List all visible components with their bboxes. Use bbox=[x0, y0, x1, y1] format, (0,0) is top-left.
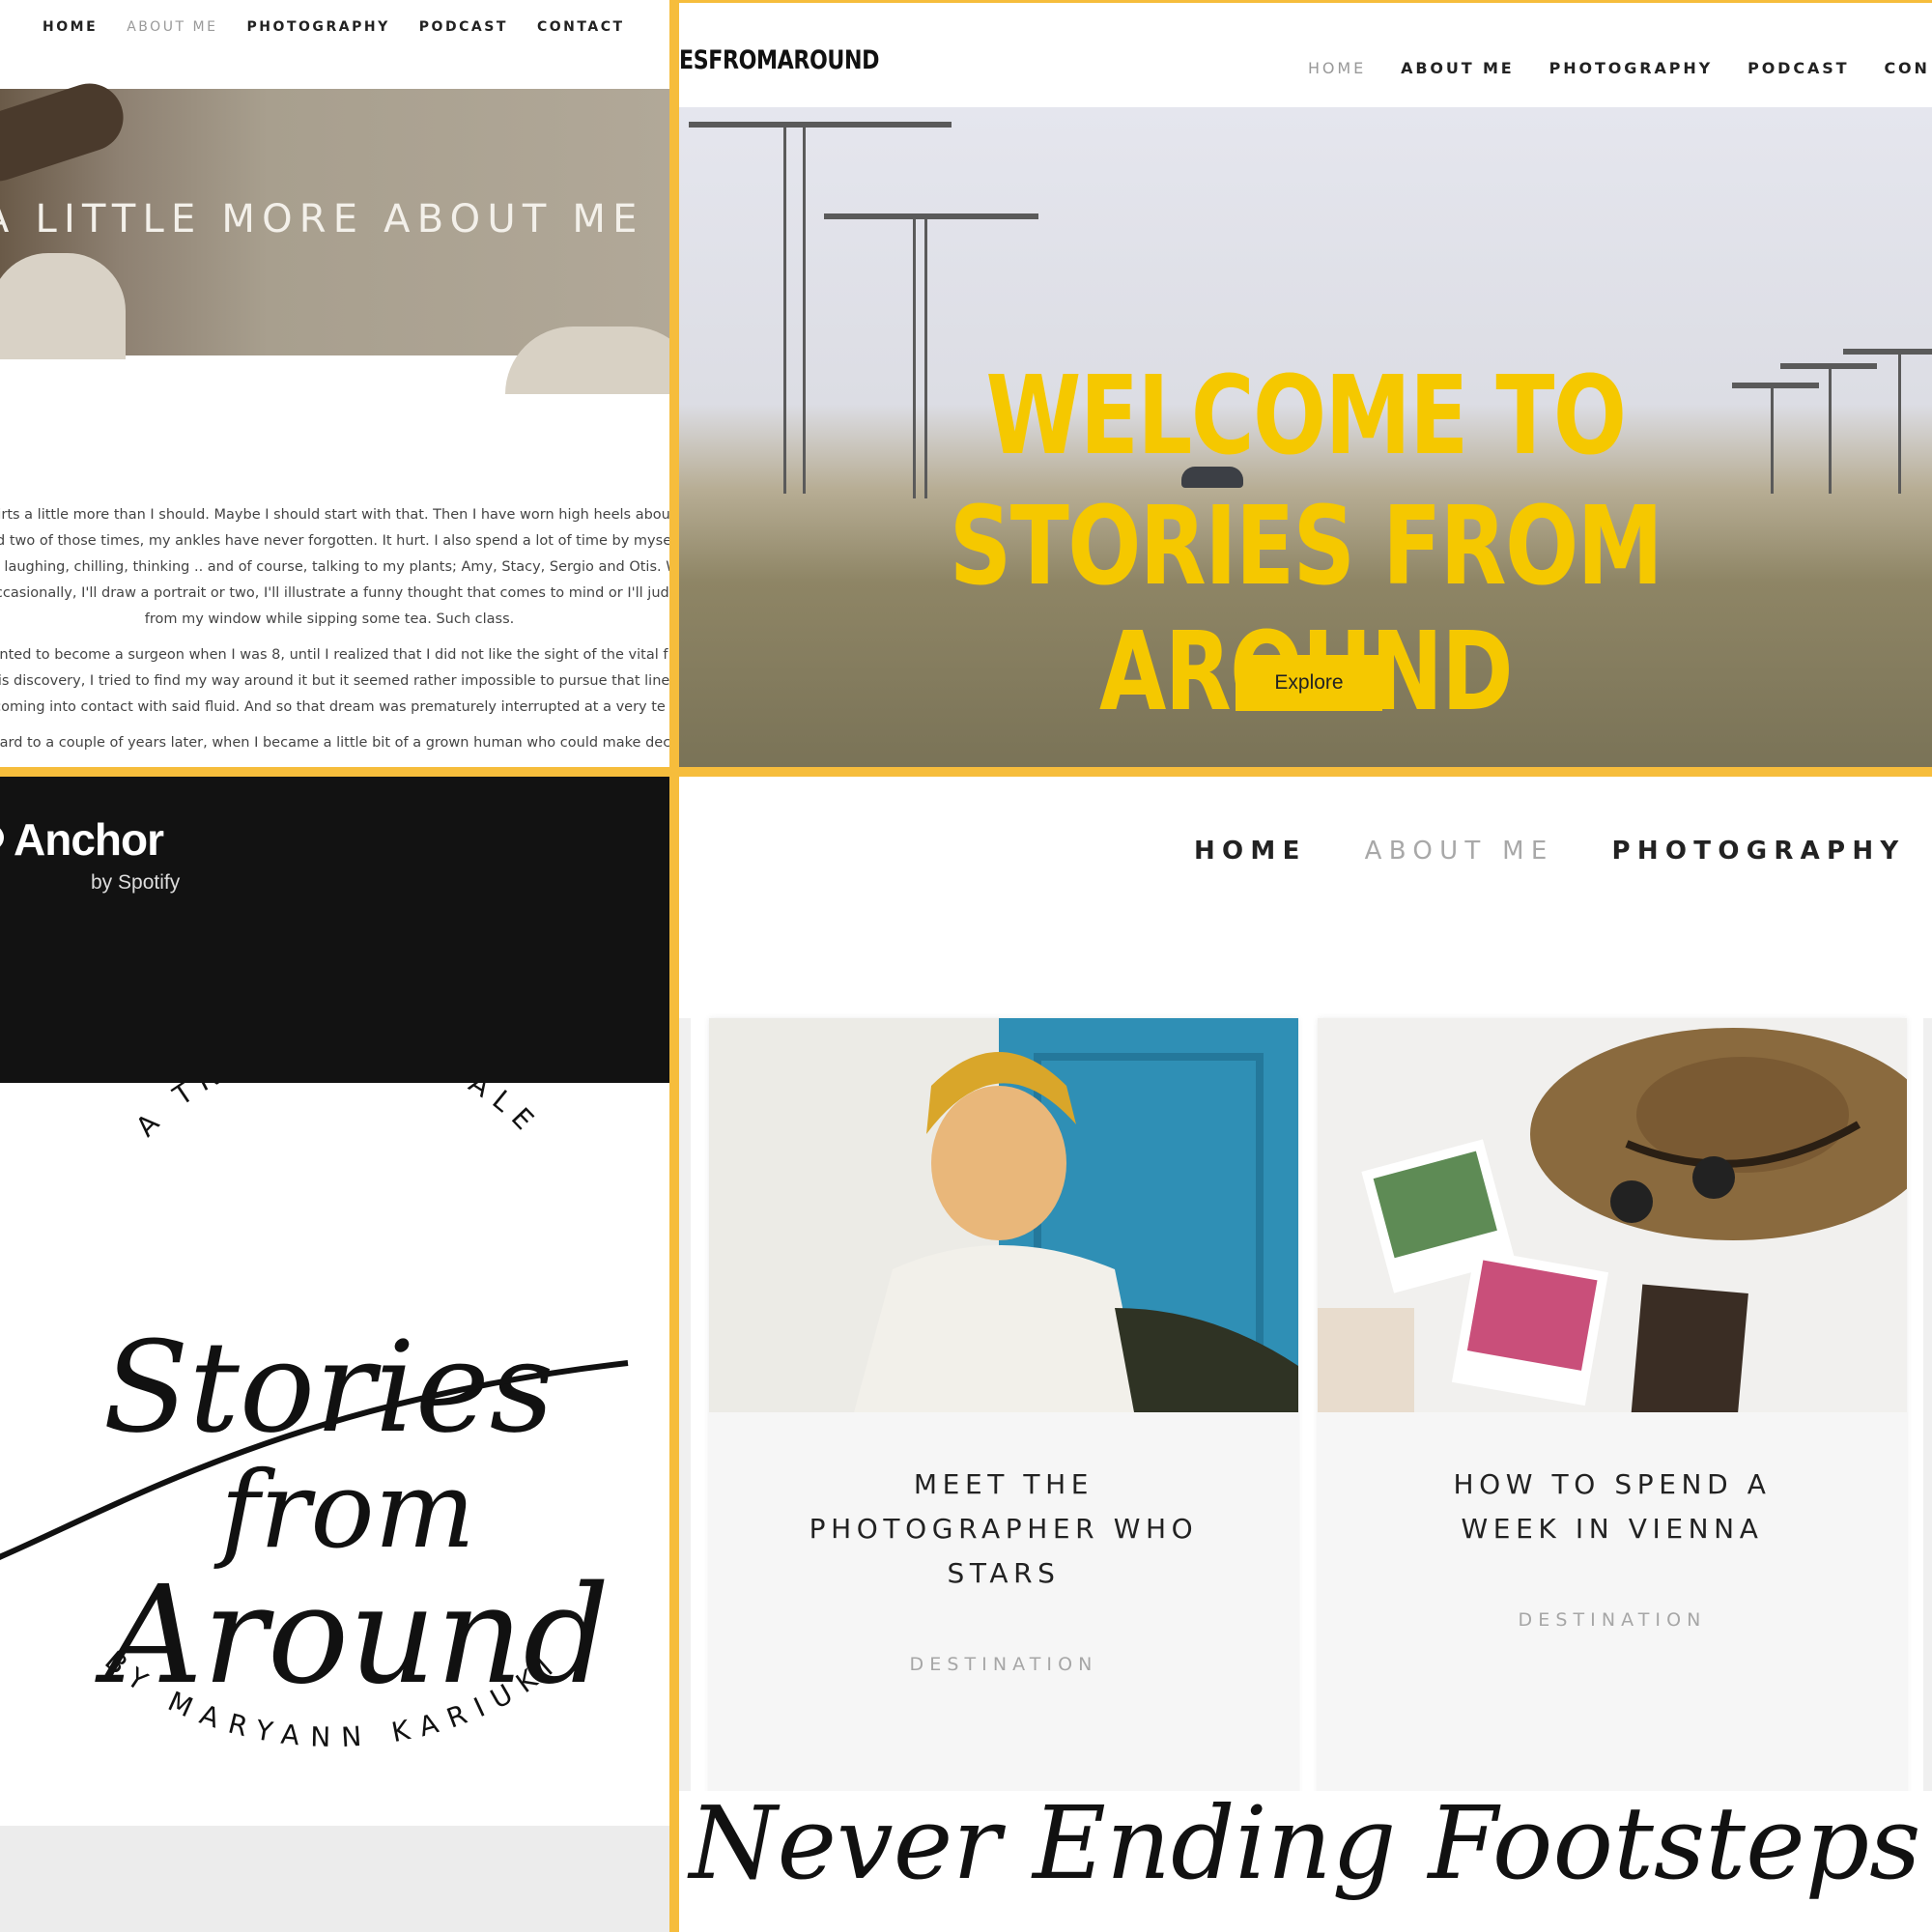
about-hero-title: A LITTLE MORE ABOUT ME bbox=[0, 197, 644, 242]
paragraph-3: ward to a couple of years later, when I … bbox=[0, 730, 669, 756]
title-line: PHOTOGRAPHER WHO bbox=[809, 1513, 1199, 1545]
title-line: STARS bbox=[947, 1557, 1061, 1589]
title-line: MEET THE bbox=[913, 1468, 1094, 1500]
home-header: ESFROMAROUND HOME ABOUT ME PHOTOGRAPHY P… bbox=[679, 3, 1932, 107]
nav-photography[interactable]: PHOTOGRAPHY bbox=[1612, 837, 1906, 866]
blog-card[interactable]: MEET THE PHOTOGRAPHER WHO STARS DESTINAT… bbox=[709, 1018, 1298, 1801]
nav-home[interactable]: HOME bbox=[43, 19, 98, 35]
home-panel: ESFROMAROUND HOME ABOUT ME PHOTOGRAPHY P… bbox=[679, 3, 1932, 767]
nav-home[interactable]: HOME bbox=[1194, 837, 1307, 866]
tower-graphic bbox=[783, 127, 786, 494]
nav-about-me[interactable]: ABOUT ME bbox=[1401, 59, 1515, 77]
explore-button[interactable]: Explore bbox=[1236, 655, 1382, 711]
nav-contact[interactable]: CONTACT bbox=[537, 19, 625, 35]
tower-arm-graphic bbox=[824, 213, 1038, 219]
tower-arm-graphic bbox=[1843, 349, 1932, 355]
hero-arm-shape bbox=[0, 74, 132, 190]
hero-shirt-shape bbox=[0, 253, 126, 359]
body-line: his discovery, I tried to find my way ar… bbox=[0, 673, 669, 689]
card-title[interactable]: MEET THE PHOTOGRAPHER WHO STARS bbox=[709, 1463, 1298, 1596]
photo-nav: HOME ABOUT ME PHOTOGRAPHY bbox=[1194, 837, 1906, 866]
title-line: WEEK IN VIENNA bbox=[1461, 1513, 1764, 1545]
anchor-header: Anchor by Spotify bbox=[0, 777, 669, 1083]
prev-card-edge bbox=[679, 1018, 691, 1801]
body-line: occasionally, I'll draw a portrait or tw… bbox=[0, 585, 669, 601]
nav-about-me[interactable]: ABOUT ME bbox=[127, 19, 217, 35]
body-line: coming into contact with said fluid. And… bbox=[0, 699, 666, 715]
footer-script-text: Never Ending Footsteps bbox=[686, 1784, 1920, 1902]
nav-podcast[interactable]: PODCAST bbox=[419, 19, 508, 35]
photography-panel: HOME ABOUT ME PHOTOGRAPHY MEET THE PHOTO… bbox=[679, 777, 1932, 1932]
anchor-logo-icon bbox=[0, 825, 4, 850]
anchor-brand[interactable]: Anchor bbox=[14, 813, 164, 866]
title-line: HOW TO SPEND A bbox=[1453, 1468, 1772, 1500]
card-category[interactable]: DESTINATION bbox=[1318, 1609, 1907, 1631]
nav-photography[interactable]: PHOTOGRAPHY bbox=[1549, 59, 1713, 77]
blog-card[interactable]: HOW TO SPEND A WEEK IN VIENNA DESTINATIO… bbox=[1318, 1018, 1907, 1801]
card-photo bbox=[1318, 1018, 1907, 1412]
paragraph-1: hirts a little more than I should. Maybe… bbox=[0, 502, 669, 633]
tower-arm-graphic bbox=[689, 122, 952, 128]
card-photo-svg bbox=[1318, 1018, 1907, 1412]
paragraph-2: anted to become a surgeon when I was 8, … bbox=[0, 642, 669, 721]
podcast-panel: Anchor by Spotify A TRAVELER'S TALE Stor… bbox=[0, 777, 669, 1932]
tower-graphic bbox=[1898, 354, 1901, 494]
body-line: ward to a couple of years later, when I … bbox=[0, 735, 669, 751]
body-line: nd two of those times, my ankles have ne… bbox=[0, 533, 669, 549]
anchor-brand-sub: by Spotify bbox=[91, 871, 181, 894]
nav-podcast[interactable]: PODCAST bbox=[1747, 59, 1849, 77]
podcast-cover-art: A TRAVELER'S TALE Stories from Around BY… bbox=[0, 1083, 669, 1932]
script-from: from bbox=[213, 1448, 475, 1572]
about-hero-image: A LITTLE MORE ABOUT ME bbox=[0, 74, 669, 394]
card-photo bbox=[709, 1018, 1298, 1412]
about-me-panel: HOME ABOUT ME PHOTOGRAPHY PODCAST CONTAC… bbox=[0, 0, 669, 767]
nav-about-me[interactable]: ABOUT ME bbox=[1365, 837, 1554, 866]
hero-cap-shape bbox=[505, 327, 669, 394]
hero-headline-line1: WELCOME TO bbox=[985, 354, 1628, 479]
next-card-edge bbox=[1923, 1018, 1932, 1801]
body-line: g, laughing, chilling, thinking .. and o… bbox=[0, 559, 669, 575]
cover-bottom-shape bbox=[0, 1826, 669, 1932]
card-photo-svg bbox=[709, 1018, 1298, 1412]
body-line: hirts a little more than I should. Maybe… bbox=[0, 507, 669, 523]
about-nav: HOME ABOUT ME PHOTOGRAPHY PODCAST CONTAC… bbox=[43, 19, 625, 35]
card-title[interactable]: HOW TO SPEND A WEEK IN VIENNA bbox=[1318, 1463, 1907, 1551]
nav-contact[interactable]: CON bbox=[1884, 59, 1929, 77]
about-body-text: hirts a little more than I should. Maybe… bbox=[0, 502, 669, 756]
card-category[interactable]: DESTINATION bbox=[709, 1654, 1298, 1675]
body-line: from my window while sipping some tea. S… bbox=[144, 611, 515, 627]
footer-script-svg: Never Ending Footsteps bbox=[679, 1784, 1932, 1932]
arc-top-text: A TRAVELER'S TALE bbox=[129, 1083, 547, 1143]
body-line: anted to become a surgeon when I was 8, … bbox=[0, 647, 668, 663]
nav-photography[interactable]: PHOTOGRAPHY bbox=[247, 19, 390, 35]
podcast-cover-svg: A TRAVELER'S TALE Stories from Around BY… bbox=[0, 1083, 629, 1753]
home-nav: HOME ABOUT ME PHOTOGRAPHY PODCAST CON bbox=[1308, 59, 1930, 77]
site-logo[interactable]: ESFROMAROUND bbox=[679, 45, 879, 75]
tower-graphic bbox=[1829, 368, 1832, 494]
nav-home[interactable]: HOME bbox=[1308, 59, 1366, 77]
home-hero-image: WELCOME TO STORIES FROM AROUND Explore bbox=[679, 107, 1932, 767]
